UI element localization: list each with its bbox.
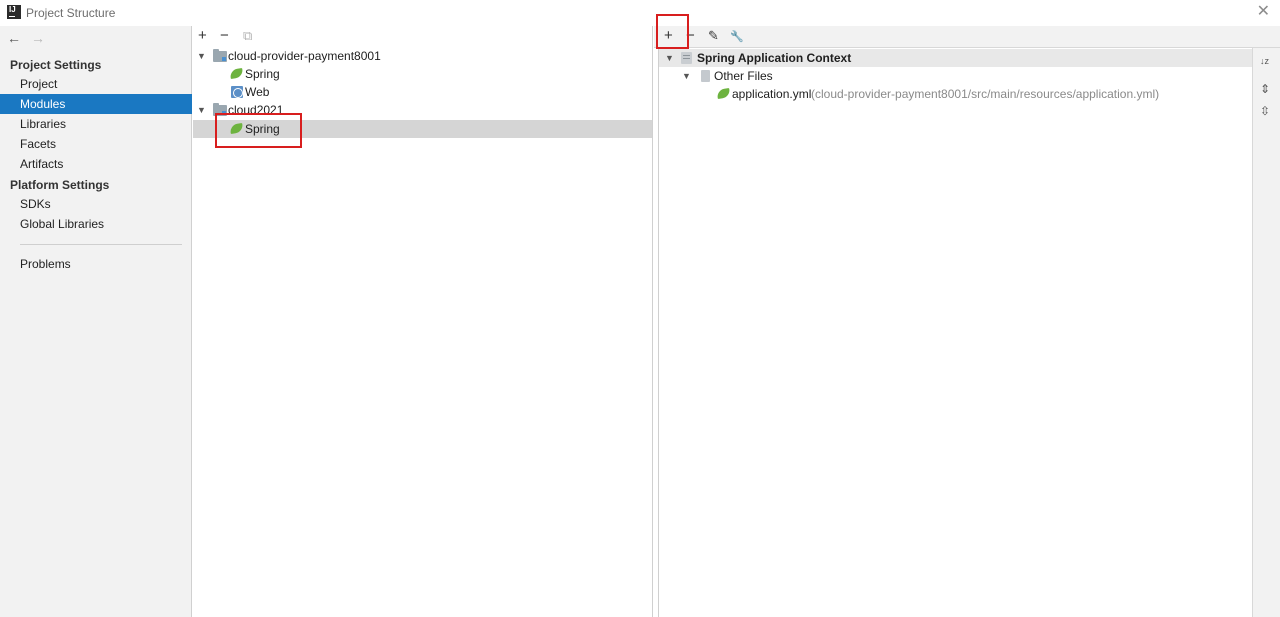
add-context-button[interactable]: + xyxy=(664,28,673,44)
tree-node-label: Web xyxy=(245,85,270,99)
tree-node-label: cloud2021 xyxy=(228,103,284,117)
sidebar-item-project[interactable]: Project xyxy=(0,74,192,94)
spring-context-panel: + − ✎ 🔧 ▼ Spring Application Context ▼ O… xyxy=(654,26,1280,617)
spring-context-icon xyxy=(681,52,692,64)
chevron-down-icon[interactable]: ▼ xyxy=(197,101,206,119)
tree-node-group[interactable]: ▼ Other Files xyxy=(659,67,1253,85)
tree-node-facet[interactable]: Web xyxy=(193,83,652,101)
tree-node-facet-selected[interactable]: Spring xyxy=(193,120,652,138)
close-icon[interactable]: ✕ xyxy=(1257,3,1270,21)
tree-node-module[interactable]: ▼ cloud-provider-payment8001 xyxy=(193,47,652,65)
tree-node-facet[interactable]: Spring xyxy=(193,65,652,83)
sidebar-item-facets[interactable]: Facets xyxy=(0,134,192,154)
sort-icon[interactable]: ↓z xyxy=(1260,54,1269,68)
context-toolbar: + − ✎ 🔧 xyxy=(654,26,1280,48)
spring-leaf-icon xyxy=(229,122,244,135)
tree-node-label: Other Files xyxy=(714,69,773,83)
context-tree: ▼ Spring Application Context ▼ Other Fil… xyxy=(658,48,1253,617)
remove-module-button[interactable]: − xyxy=(220,28,229,44)
sidebar-item-global-libraries[interactable]: Global Libraries xyxy=(0,214,192,234)
tree-node-file[interactable]: application.yml (cloud-provider-payment8… xyxy=(659,85,1253,103)
context-header-label: Spring Application Context xyxy=(697,51,852,65)
wrench-icon[interactable]: 🔧 xyxy=(730,29,744,45)
other-files-icon xyxy=(701,70,710,82)
copy-module-button[interactable]: ⧉ xyxy=(243,28,252,44)
expand-all-icon[interactable]: ⇕ xyxy=(1260,82,1270,96)
file-name: application.yml xyxy=(732,87,812,101)
add-module-button[interactable]: + xyxy=(198,28,207,44)
platform-settings-header: Platform Settings xyxy=(10,178,110,192)
sidebar-item-artifacts[interactable]: Artifacts xyxy=(0,154,192,174)
context-side-toolbar: ↓z ⇕ ⇳ xyxy=(1252,48,1280,617)
project-settings-header: Project Settings xyxy=(10,58,102,72)
forward-arrow-icon[interactable]: → xyxy=(31,30,45,46)
tree-node-label: Spring xyxy=(245,67,280,81)
sidebar-divider xyxy=(20,244,182,245)
edit-context-icon[interactable]: ✎ xyxy=(708,28,719,44)
sidebar-item-libraries[interactable]: Libraries xyxy=(0,114,192,134)
remove-context-button[interactable]: − xyxy=(686,28,695,44)
title-bar: IJ Project Structure ✕ xyxy=(0,0,1280,26)
sidebar-item-problems[interactable]: Problems xyxy=(0,254,192,274)
spring-leaf-icon xyxy=(716,87,731,100)
tree-node-module[interactable]: ▼ cloud2021 xyxy=(193,101,652,119)
collapse-all-icon[interactable]: ⇳ xyxy=(1260,104,1270,118)
settings-sidebar: ← → Project Settings Project Modules Lib… xyxy=(0,26,192,617)
module-folder-icon xyxy=(213,49,227,62)
sidebar-item-modules[interactable]: Modules xyxy=(0,94,192,114)
tree-node-label: cloud-provider-payment8001 xyxy=(228,49,381,63)
chevron-down-icon[interactable]: ▼ xyxy=(665,49,674,67)
intellij-logo-icon: IJ xyxy=(7,5,21,19)
window-title: Project Structure xyxy=(26,6,116,20)
file-path: (cloud-provider-payment8001/src/main/res… xyxy=(811,87,1160,101)
tree-node-label: Spring xyxy=(245,122,280,136)
sidebar-item-sdks[interactable]: SDKs xyxy=(0,194,192,214)
web-facet-icon xyxy=(231,86,243,98)
chevron-down-icon[interactable]: ▼ xyxy=(682,67,691,85)
context-header-row[interactable]: ▼ Spring Application Context xyxy=(659,49,1253,67)
module-tree-panel: + − ⧉ ▼ cloud-provider-payment8001 Sprin… xyxy=(193,26,653,617)
nav-arrows: ← → xyxy=(7,30,45,46)
back-arrow-icon[interactable]: ← xyxy=(7,30,21,46)
chevron-down-icon[interactable]: ▼ xyxy=(197,47,206,65)
spring-leaf-icon xyxy=(229,67,244,80)
module-folder-icon xyxy=(213,103,227,116)
